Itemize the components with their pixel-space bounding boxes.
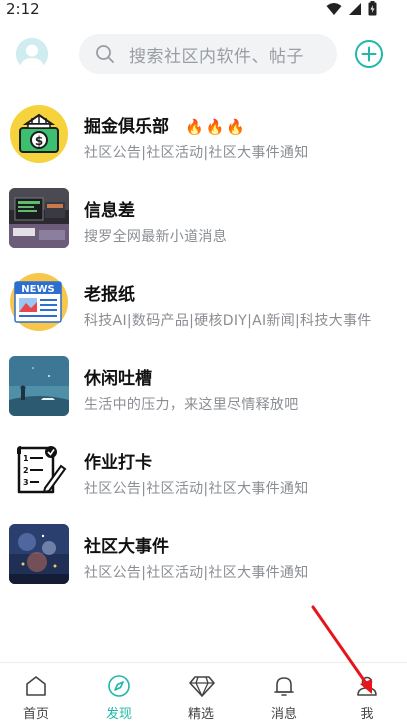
community-item[interactable]: 信息差 搜罗全网最新小道消息 bbox=[0, 184, 407, 268]
status-icons bbox=[326, 1, 377, 16]
checklist-icon: 1 2 3 bbox=[9, 440, 69, 500]
tab-me[interactable]: 我 bbox=[332, 663, 402, 725]
night-sky-photo bbox=[9, 356, 69, 416]
community-item[interactable]: 休闲吐槽 生活中的压力，来这里尽情释放吧 bbox=[0, 352, 407, 436]
tab-discover[interactable]: 发现 bbox=[84, 663, 154, 725]
top-bar: 搜索社区内软件、帖子 bbox=[0, 30, 407, 80]
money-bank-icon: $ bbox=[9, 104, 69, 164]
community-item[interactable]: $ 掘金俱乐部 🔥🔥🔥 社区公告|社区活动|社区大事件通知 bbox=[0, 100, 407, 184]
tab-label: 消息 bbox=[270, 707, 297, 722]
fire-badge: 🔥🔥🔥 bbox=[185, 118, 248, 136]
community-desc: 科技AI|数码产品|硬核DIY|AI新闻|科技大事件 bbox=[84, 313, 372, 329]
status-bar: 2:12 bbox=[0, 0, 407, 20]
community-desc: 社区公告|社区活动|社区大事件通知 bbox=[84, 145, 309, 161]
community-name: 休闲吐槽 bbox=[84, 364, 152, 389]
svg-text:3: 3 bbox=[23, 478, 29, 487]
wifi-icon bbox=[326, 2, 342, 15]
news-icon: NEWS bbox=[9, 272, 69, 332]
tab-label: 首页 bbox=[22, 707, 49, 722]
community-title: 老报纸 bbox=[84, 285, 135, 305]
tab-label: 我 bbox=[360, 707, 374, 722]
community-title: 掘金俱乐部 bbox=[84, 117, 169, 137]
add-button[interactable] bbox=[354, 39, 384, 69]
community-name: 信息差 bbox=[84, 196, 135, 221]
tab-home[interactable]: 首页 bbox=[1, 663, 71, 725]
community-name: 老报纸 bbox=[84, 280, 135, 305]
community-item[interactable]: 社区大事件 社区公告|社区活动|社区大事件通知 bbox=[0, 520, 407, 604]
community-title: 作业打卡 bbox=[84, 453, 152, 473]
community-desc: 搜罗全网最新小道消息 bbox=[84, 229, 227, 245]
bell-icon bbox=[274, 677, 294, 696]
svg-text:$: $ bbox=[35, 134, 43, 148]
diamond-icon bbox=[189, 676, 215, 697]
community-desc: 社区公告|社区活动|社区大事件通知 bbox=[84, 565, 309, 581]
user-icon bbox=[357, 676, 377, 696]
tab-featured[interactable]: 精选 bbox=[166, 663, 236, 725]
community-title: 休闲吐槽 bbox=[84, 369, 152, 389]
svg-text:1: 1 bbox=[23, 454, 29, 463]
community-title: 社区大事件 bbox=[84, 537, 169, 557]
svg-text:NEWS: NEWS bbox=[21, 284, 54, 295]
home-icon bbox=[26, 676, 46, 696]
community-name: 作业打卡 bbox=[84, 448, 152, 473]
computer-desk-photo bbox=[9, 188, 69, 248]
tab-messages[interactable]: 消息 bbox=[249, 663, 319, 725]
search-icon bbox=[96, 45, 114, 63]
signal-icon bbox=[349, 2, 361, 15]
tab-label: 发现 bbox=[105, 707, 132, 722]
status-time: 2:12 bbox=[6, 0, 40, 18]
avatar-icon bbox=[16, 38, 48, 70]
search-bar[interactable]: 搜索社区内软件、帖子 bbox=[79, 34, 337, 74]
search-placeholder: 搜索社区内软件、帖子 bbox=[129, 46, 304, 67]
compass-icon bbox=[108, 675, 130, 697]
community-item[interactable]: 1 2 3 作业打卡 社区公告|社区活动|社区大事件通知 bbox=[0, 436, 407, 520]
tab-label: 精选 bbox=[187, 707, 214, 722]
community-title: 信息差 bbox=[84, 201, 135, 221]
svg-text:2: 2 bbox=[23, 466, 29, 475]
community-item[interactable]: NEWS 老报纸 科技AI|数码产品|硬核DIY|AI新闻|科技大事件 bbox=[0, 268, 407, 352]
community-desc: 生活中的压力，来这里尽情释放吧 bbox=[84, 397, 299, 413]
community-desc: 社区公告|社区活动|社区大事件通知 bbox=[84, 481, 309, 497]
community-name: 社区大事件 bbox=[84, 532, 169, 557]
fireworks-photo bbox=[9, 524, 69, 584]
community-name: 掘金俱乐部 🔥🔥🔥 bbox=[84, 112, 247, 137]
community-list: $ 掘金俱乐部 🔥🔥🔥 社区公告|社区活动|社区大事件通知 信息差 搜罗全网最新… bbox=[0, 100, 407, 604]
battery-icon bbox=[368, 1, 377, 16]
bottom-tab-bar: 首页 发现 精选 消息 我 bbox=[0, 662, 407, 724]
user-avatar[interactable] bbox=[16, 38, 48, 70]
